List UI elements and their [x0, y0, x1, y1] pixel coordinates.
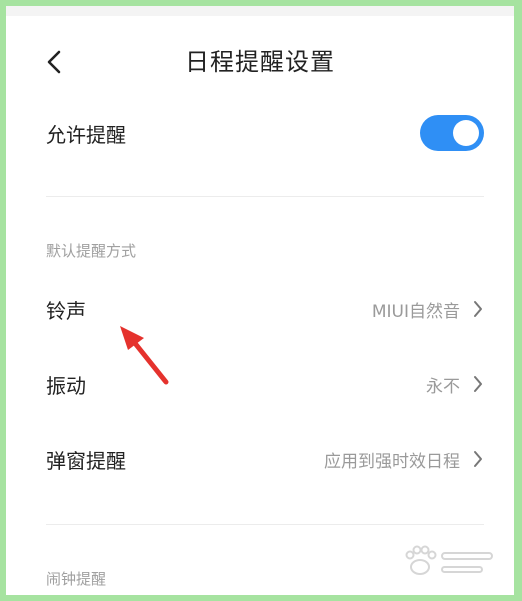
header: 日程提醒设置 [6, 34, 514, 90]
screen-frame: 日程提醒设置 允许提醒 默认提醒方式 铃声 MIUI自然音 振动 永不 弹窗提醒 [6, 6, 514, 595]
ringtone-value: MIUI自然音 [371, 301, 460, 322]
vibration-row[interactable]: 振动 永不 [46, 364, 484, 404]
allow-reminder-row[interactable]: 允许提醒 [46, 113, 484, 153]
divider [46, 196, 484, 197]
toggle-knob [453, 120, 479, 146]
paw-print-watermark [405, 545, 493, 575]
chevron-right-icon [474, 301, 482, 317]
popup-reminder-value: 应用到强时效日程 [324, 451, 460, 472]
ringtone-row[interactable]: 铃声 MIUI自然音 [46, 289, 484, 329]
vibration-label: 振动 [46, 373, 86, 398]
vibration-value: 永不 [426, 376, 460, 397]
popup-reminder-row[interactable]: 弹窗提醒 应用到强时效日程 [46, 439, 484, 479]
status-bar [6, 6, 514, 16]
popup-reminder-label: 弹窗提醒 [46, 448, 126, 473]
section-title-default-method: 默认提醒方式 [46, 242, 137, 260]
page-title: 日程提醒设置 [185, 48, 335, 76]
chevron-right-icon [474, 451, 482, 467]
allow-reminder-toggle[interactable] [420, 115, 484, 151]
divider [46, 524, 484, 525]
popup-reminder-right: 应用到强时效日程 [324, 447, 484, 472]
vibration-right: 永不 [426, 372, 484, 397]
ringtone-label: 铃声 [46, 298, 86, 323]
chevron-right-icon [474, 376, 482, 392]
allow-reminder-label: 允许提醒 [46, 122, 126, 147]
ringtone-right: MIUI自然音 [372, 297, 484, 322]
red-arrow-annotation [120, 326, 169, 385]
section-title-alarm: 闹钟提醒 [46, 570, 107, 588]
